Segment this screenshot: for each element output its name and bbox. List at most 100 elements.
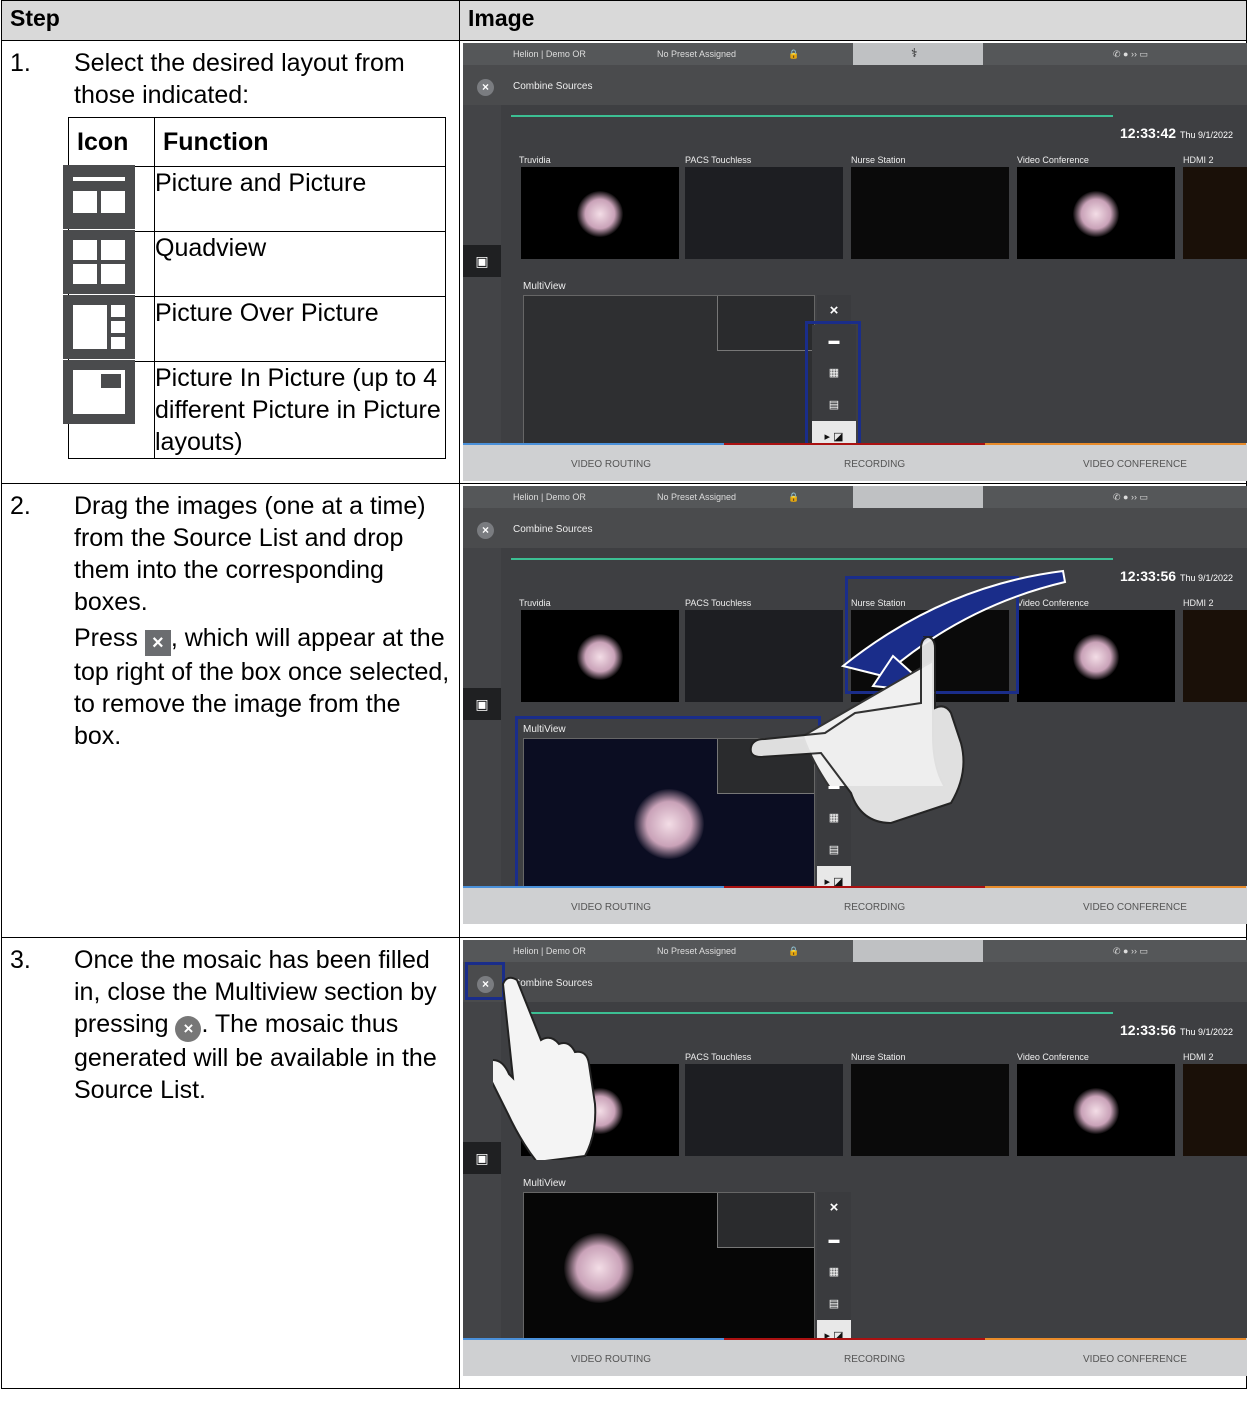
tab-video-conference[interactable]: VIDEO CONFERENCE: [985, 443, 1246, 481]
preset-label: No Preset Assigned: [657, 49, 737, 59]
source-label: Nurse Station: [851, 155, 906, 165]
picture-in-picture-icon: [63, 360, 135, 424]
table-row: 2. Drag the images (one at a time) from …: [1, 483, 1247, 938]
source-thumbnail[interactable]: [1183, 1064, 1247, 1156]
function-label: Quadview: [154, 231, 446, 297]
function-label: Picture In Picture (up to 4 different Pi…: [154, 361, 446, 459]
sidebar: ▣: [463, 105, 501, 445]
phone-icon: ✆ ● ›› ▭: [1113, 946, 1148, 956]
tab-video-conference[interactable]: VIDEO CONFERENCE: [985, 886, 1246, 924]
source-thumbnail[interactable]: [851, 1064, 1009, 1156]
header: × Combine Sources: [463, 508, 1247, 548]
clock: 12:33:56 Thu 9/1/2022: [1120, 568, 1233, 584]
table-row: 1. Select the desired layout from those …: [1, 40, 1247, 484]
source-label: Video Conference: [1017, 155, 1089, 165]
step-number: 3.: [10, 946, 31, 974]
picture-and-picture-icon: [63, 165, 135, 229]
clock: 12:33:56 Thu 9/1/2022: [1120, 1022, 1233, 1038]
step-text: Drag the images (one at a time) from the…: [74, 492, 426, 616]
source-thumbnail[interactable]: [1017, 167, 1175, 259]
phone-icon: ✆ ● ›› ▭: [1113, 49, 1148, 59]
tab-video-conference[interactable]: VIDEO CONFERENCE: [985, 1338, 1246, 1376]
step-text: Select the desired layout from those ind…: [74, 49, 405, 109]
close-icon[interactable]: ×: [477, 79, 494, 96]
screenshot-step-1: Helion | Demo OR No Preset Assigned 🔒 ⚕ …: [463, 43, 1247, 481]
bottom-tabs: VIDEO ROUTING RECORDING VIDEO CONFERENCE: [463, 443, 1247, 481]
function-row: Picture and Picture: [63, 165, 446, 232]
source-label: HDMI 2: [1183, 155, 1214, 165]
hand-pointer-icon: [493, 976, 597, 1160]
status-bar: Helion | Demo OR No Preset Assigned 🔒 ⚕ …: [463, 43, 1247, 65]
tab-recording[interactable]: RECORDING: [724, 886, 985, 924]
hand-pointer-icon: [749, 636, 965, 825]
source-thumbnail[interactable]: [521, 610, 679, 702]
close-icon: ×: [175, 1016, 202, 1042]
step-text: Press: [74, 624, 138, 652]
function-table-header: Icon Function: [68, 117, 446, 167]
step-cell: 1. Select the desired layout from those …: [1, 40, 460, 484]
table-header-row: Step Image: [1, 0, 1247, 41]
source-label: PACS Touchless: [685, 155, 752, 165]
table-row: 3. Once the mosaic has been filled in, c…: [1, 937, 1247, 1389]
column-header-function: Function: [154, 117, 446, 167]
function-row: Quadview: [63, 230, 446, 297]
quadview-icon[interactable]: ▦: [812, 357, 856, 389]
source-thumbnail[interactable]: [685, 1064, 843, 1156]
source-thumbnail[interactable]: [685, 167, 843, 259]
function-label: Picture Over Picture: [154, 296, 446, 362]
step-number: 1.: [10, 49, 31, 77]
step-cell: 3. Once the mosaic has been filled in, c…: [1, 937, 460, 1389]
phone-icon: ✆ ● ›› ▭: [1113, 492, 1148, 502]
column-header-image: Image: [459, 0, 1247, 41]
person-icon: ⚕: [911, 46, 918, 60]
status-bar: Helion | Demo OR No Preset Assigned 🔒 ✆ …: [463, 940, 1247, 962]
lock-icon: 🔒: [788, 946, 800, 956]
picture-and-picture-icon[interactable]: ▬: [817, 1224, 851, 1256]
function-label: Picture and Picture: [154, 166, 446, 232]
bottom-tabs: VIDEO ROUTING RECORDING VIDEO CONFERENCE: [463, 1338, 1247, 1376]
source-thumbnail[interactable]: [1183, 610, 1247, 702]
multiview-canvas[interactable]: [523, 1192, 815, 1356]
quadview-icon: [63, 230, 135, 294]
source-thumbnail[interactable]: [1017, 1064, 1175, 1156]
clock: 12:33:42 Thu 9/1/2022: [1120, 125, 1233, 141]
room-name: Helion | Demo OR: [513, 49, 586, 59]
source-thumbnail[interactable]: [851, 167, 1009, 259]
header: × Combine Sources: [463, 65, 1247, 105]
lock-icon: 🔒: [788, 492, 800, 502]
combine-sources-icon[interactable]: ▣: [463, 688, 501, 720]
tab-video-routing[interactable]: VIDEO ROUTING: [463, 443, 724, 481]
status-bar: Helion | Demo OR No Preset Assigned 🔒 ✆ …: [463, 486, 1247, 508]
picture-over-picture-icon[interactable]: ▤: [817, 834, 851, 866]
tab-video-routing[interactable]: VIDEO ROUTING: [463, 886, 724, 924]
combine-sources-icon[interactable]: ▣: [463, 245, 501, 277]
picture-over-picture-icon[interactable]: ▤: [817, 1288, 851, 1320]
picture-and-picture-icon[interactable]: ▬: [812, 325, 856, 357]
function-row: Picture In Picture (up to 4 different Pi…: [63, 360, 446, 459]
instruction-table: Step Image 1. Select the desired layout …: [1, 0, 1247, 1389]
step-number: 2.: [10, 492, 31, 520]
quadview-icon[interactable]: ▦: [817, 1256, 851, 1288]
header-title: Combine Sources: [513, 81, 593, 92]
multiview-label: MultiView: [523, 281, 566, 292]
column-header-step: Step: [1, 0, 460, 41]
step-cell: 2. Drag the images (one at a time) from …: [1, 483, 460, 938]
source-thumbnail[interactable]: [1183, 167, 1247, 259]
picture-over-picture-icon[interactable]: ▤: [812, 389, 856, 421]
function-row: Picture Over Picture: [63, 295, 446, 362]
source-thumbnail[interactable]: [521, 167, 679, 259]
screenshot-step-3: Helion | Demo OR No Preset Assigned 🔒 ✆ …: [463, 940, 1247, 1376]
screenshot-step-2: Helion | Demo OR No Preset Assigned 🔒 ✆ …: [463, 486, 1247, 924]
tab-recording[interactable]: RECORDING: [724, 1338, 985, 1376]
column-header-icon: Icon: [68, 117, 155, 167]
close-icon[interactable]: ×: [817, 1192, 851, 1224]
tab-recording[interactable]: RECORDING: [724, 443, 985, 481]
function-table: Icon Function Picture and Picture Quadvi…: [63, 117, 446, 459]
close-icon[interactable]: ×: [477, 522, 494, 539]
close-icon: ×: [144, 630, 171, 656]
bottom-tabs: VIDEO ROUTING RECORDING VIDEO CONFERENCE: [463, 886, 1247, 924]
multiview-canvas[interactable]: [523, 295, 815, 459]
tab-video-routing[interactable]: VIDEO ROUTING: [463, 1338, 724, 1376]
source-label: Truvidia: [519, 155, 551, 165]
picture-over-picture-icon: [63, 295, 135, 359]
